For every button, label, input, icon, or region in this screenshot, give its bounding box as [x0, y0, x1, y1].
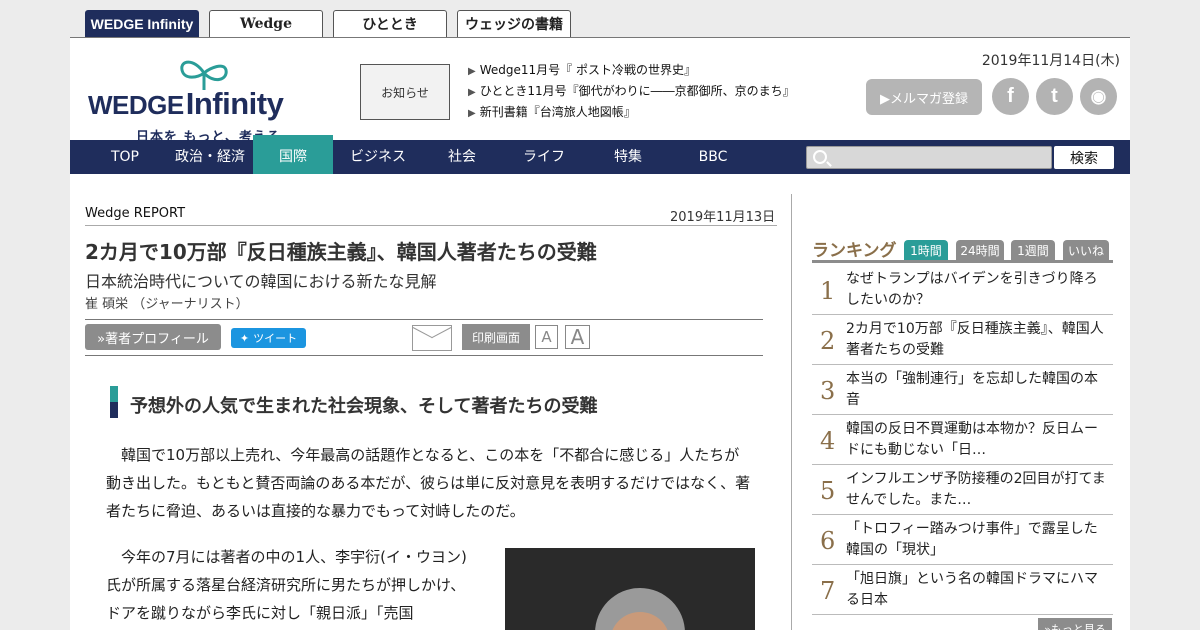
article-title: 2カ月で10万部『反日種族主義』、韓国人著者たちの受難	[85, 240, 597, 264]
ranking-tab-1hour[interactable]: 1時間	[904, 240, 948, 260]
ranking-more-button[interactable]: »もっと見る	[1038, 618, 1112, 630]
page: WEDGEInfinity 日本を もっと、考える お知らせ ▶ Wedge11月…	[70, 37, 1130, 630]
nav-item-feature[interactable]: 特集	[588, 140, 668, 174]
triangle-icon: ▶	[468, 87, 476, 98]
ranking-heading: ランキング	[812, 241, 897, 261]
nav-item-top[interactable]: TOP	[90, 140, 160, 174]
author-photo	[505, 548, 755, 630]
ranking-number: 1	[820, 277, 836, 305]
ranking-title: 「旭日旗」という名の韓国ドラマにハマる日本	[846, 571, 1098, 608]
section-marker	[110, 386, 118, 418]
nav-item-bbc[interactable]: BBC	[673, 140, 753, 174]
notice-button[interactable]: お知らせ	[360, 64, 450, 120]
ranking-item[interactable]: 7 「旭日旗」という名の韓国ドラマにハマる日本	[812, 565, 1113, 615]
ranking-item[interactable]: 1 なぜトランプはバイデンを引きづり降ろしたいのか？	[812, 265, 1113, 315]
ranking-title: 本当の「強制連行」を忘却した韓国の本音	[846, 371, 1098, 408]
column-divider	[791, 194, 792, 630]
ranking-number: 7	[820, 577, 836, 605]
ranking-tab-likes[interactable]: いいね	[1063, 240, 1109, 260]
nav-item-international[interactable]: 国際	[253, 135, 333, 174]
site-tab-wedge-infinity[interactable]: WEDGE Infinity	[85, 10, 199, 37]
ranking-number: 3	[820, 377, 836, 405]
twitter-bird-icon: ✦	[239, 331, 250, 345]
ranking-number: 5	[820, 477, 836, 505]
news-item[interactable]: ▶ 新刊書籍『台湾旅人地図帳』	[468, 102, 795, 123]
nav-item-business[interactable]: ビジネス	[338, 140, 418, 174]
search-input[interactable]	[806, 146, 1052, 169]
ranking-underline	[812, 260, 1113, 263]
ranking-tab-1week[interactable]: 1週間	[1011, 240, 1055, 260]
triangle-icon: ▶	[468, 66, 476, 77]
news-item[interactable]: ▶ ひととき11月号『御代がわりに――京都御所、京のまち』	[468, 81, 795, 102]
ranking-title: インフルエンザ予防接種の2回目が打てませんでした。また…	[846, 471, 1106, 508]
search-icon	[813, 150, 827, 164]
article-category[interactable]: Wedge REPORT	[85, 206, 185, 221]
current-date: 2019年11月14日(木)	[981, 53, 1120, 69]
author-profile-button[interactable]: »著者プロフィール	[85, 324, 221, 350]
news-item-label: ひととき11月号『御代がわりに――京都御所、京のまち』	[479, 84, 795, 98]
ranking-title: 「トロフィー踏みつけ事件」で露呈した韓国の「現状」	[846, 521, 1098, 558]
logo-wordmark: WEDGEInfinity	[88, 86, 284, 122]
ranking-number: 6	[820, 527, 836, 555]
ranking-list: 1 なぜトランプはバイデンを引きづり降ろしたいのか？ 2 2カ月で10万部『反日種族…	[812, 265, 1113, 615]
article-author: 崔 碩栄 （ジャーナリスト）	[85, 297, 249, 312]
news-item-label: Wedge11月号『 ポスト冷戦の世界史』	[479, 63, 696, 77]
ranking-number: 4	[820, 427, 836, 455]
site-logo[interactable]: WEDGEInfinity 日本を もっと、考える	[88, 56, 318, 145]
article-paragraph: 今年の7月には著者の中の1人、李宇衍(イ・ウヨン)氏が所属する落星台経済研究所に…	[106, 548, 467, 622]
infinity-knot-icon	[180, 60, 228, 90]
ranking-item[interactable]: 2 2カ月で10万部『反日種族主義』、韓国人著者たちの受難	[812, 315, 1113, 365]
ranking-number: 2	[820, 327, 836, 355]
nav-item-society[interactable]: 社会	[422, 140, 502, 174]
article-date: 2019年11月13日	[670, 210, 776, 225]
site-tab-books[interactable]: ウェッジの書籍	[457, 10, 571, 37]
mail-icon[interactable]	[412, 325, 452, 351]
nav-item-politics[interactable]: 政治・経済	[170, 140, 250, 174]
news-item[interactable]: ▶ Wedge11月号『 ポスト冷戦の世界史』	[468, 60, 795, 81]
rss-icon[interactable]: ◉	[1080, 78, 1117, 115]
ranking-item[interactable]: 5 インフルエンザ予防接種の2回目が打てませんでした。また…	[812, 465, 1113, 515]
divider	[85, 225, 777, 226]
logo-infinity-text: Infinity	[185, 86, 284, 121]
print-button[interactable]: 印刷画面	[462, 324, 530, 350]
site-tab-wedge[interactable]: Wedge	[209, 10, 323, 37]
news-item-label: 新刊書籍『台湾旅人地図帳』	[479, 105, 636, 119]
main-nav: TOP 政治・経済 国際 ビジネス 社会 ライフ 特集 BBC 検索	[70, 135, 1130, 174]
search-button[interactable]: 検索	[1054, 146, 1114, 169]
ranking-tab-24hour[interactable]: 24時間	[956, 240, 1004, 260]
font-small-button[interactable]: A	[535, 325, 558, 349]
site-tab-hitotoki[interactable]: ひととき	[333, 10, 447, 37]
divider	[85, 355, 763, 356]
twitter-icon[interactable]: t	[1036, 78, 1073, 115]
ranking-title: 2カ月で10万部『反日種族主義』、韓国人著者たちの受難	[846, 321, 1104, 358]
divider	[85, 319, 763, 320]
triangle-icon: ▶	[468, 108, 476, 119]
ranking-item[interactable]: 4 韓国の反日不買運動は本物か？反日ムードにも動じない「日…	[812, 415, 1113, 465]
nav-item-life[interactable]: ライフ	[504, 140, 584, 174]
font-large-button[interactable]: A	[565, 325, 590, 349]
ranking-item[interactable]: 6 「トロフィー踏みつけ事件」で露呈した韓国の「現状」	[812, 515, 1113, 565]
news-list: ▶ Wedge11月号『 ポスト冷戦の世界史』 ▶ ひととき11月号『御代がわりに―…	[468, 60, 795, 123]
mailmag-button[interactable]: ▶メルマガ登録	[866, 79, 982, 115]
article-subtitle: 日本統治時代についての韓国における新たな見解	[85, 272, 437, 291]
tweet-button[interactable]: ✦ ツイート	[231, 328, 306, 348]
section-heading: 予想外の人気で生まれた社会現象、そして著者たちの受難	[130, 396, 598, 417]
logo-wedge-text: WEDGE	[88, 90, 184, 120]
ranking-title: なぜトランプはバイデンを引きづり降ろしたいのか？	[846, 271, 1098, 308]
ranking-item[interactable]: 3 本当の「強制連行」を忘却した韓国の本音	[812, 365, 1113, 415]
ranking-title: 韓国の反日不買運動は本物か？反日ムードにも動じない「日…	[846, 421, 1098, 458]
tweet-label: ツイート	[253, 332, 298, 345]
article-paragraph: 韓国で10万部以上売れ、今年最高の話題作となると、この本を「不都合に感じる」人た…	[106, 446, 751, 520]
facebook-icon[interactable]: f	[992, 78, 1029, 115]
